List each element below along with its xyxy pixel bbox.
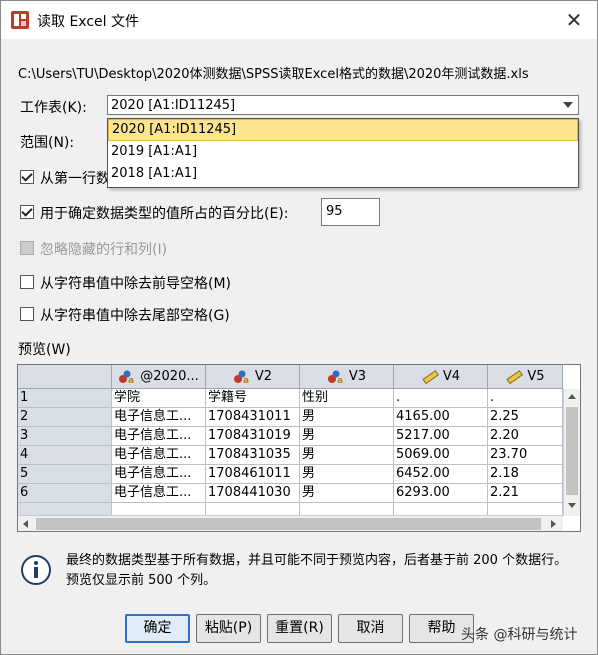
- grid-cell[interactable]: 学籍号: [206, 389, 300, 408]
- worksheet-select[interactable]: 2020 [A1:ID11245]: [107, 95, 579, 115]
- row-header[interactable]: 2: [18, 408, 112, 427]
- grid-cell[interactable]: 学院: [112, 389, 206, 408]
- ok-button[interactable]: 确定: [125, 614, 190, 643]
- scroll-left-icon[interactable]: [23, 520, 28, 528]
- grid-cell[interactable]: .: [488, 389, 563, 408]
- grid-corner: [18, 365, 112, 389]
- grid-cell[interactable]: 1708441030: [206, 484, 300, 503]
- first-row-checkbox[interactable]: [20, 170, 34, 184]
- window-title: 读取 Excel 文件: [37, 14, 139, 30]
- worksheet-option-2020[interactable]: 2020 [A1:ID11245]: [108, 119, 578, 141]
- grid-cell[interactable]: 2.20: [488, 427, 563, 446]
- worksheet-option-2018[interactable]: 2018 [A1:A1]: [108, 163, 578, 185]
- grid-cell[interactable]: 男: [300, 446, 394, 465]
- grid-cell[interactable]: 性别: [300, 389, 394, 408]
- row-header[interactable]: 1: [18, 389, 112, 408]
- row-header[interactable]: 3: [18, 427, 112, 446]
- ruler-scale-icon: [422, 369, 439, 384]
- vertical-scroll-thumb[interactable]: [566, 407, 578, 495]
- grid-cell[interactable]: .: [394, 389, 488, 408]
- grid-cell[interactable]: 电子信息工...: [112, 408, 206, 427]
- grid-cell[interactable]: 男: [300, 484, 394, 503]
- chevron-down-icon[interactable]: [563, 102, 573, 108]
- scroll-right-icon[interactable]: [551, 520, 556, 528]
- trim-trailing-checkbox[interactable]: [20, 307, 34, 321]
- info-message: 最终的数据类型基于所有数据，并且可能不同于预览内容，后者基于前 200 个数据行…: [66, 553, 568, 588]
- paste-button[interactable]: 粘贴(P): [196, 614, 261, 643]
- title-bar: 读取 Excel 文件 ✕: [1, 1, 597, 39]
- first-row-label: 从第一行数: [40, 171, 110, 187]
- grid-cell[interactable]: 2.25: [488, 408, 563, 427]
- worksheet-label: 工作表(K):: [20, 100, 87, 116]
- svg-text:a: a: [337, 376, 343, 384]
- column-header[interactable]: V5: [488, 365, 563, 389]
- grid-cell[interactable]: 1708431011: [206, 408, 300, 427]
- spss-app-icon: [11, 11, 29, 29]
- grid-cell[interactable]: 1708461011: [206, 465, 300, 484]
- nominal-string-icon: a: [327, 370, 343, 384]
- nominal-string-icon: a: [119, 370, 134, 384]
- excel-import-dialog: 读取 Excel 文件 ✕ C:\Users\TU\Desktop\2020体测…: [0, 0, 598, 655]
- preview-label: 预览(W): [18, 342, 71, 358]
- grid-cell[interactable]: 电子信息工...: [112, 484, 206, 503]
- worksheet-option-2019[interactable]: 2019 [A1:A1]: [108, 141, 578, 163]
- row-header[interactable]: 4: [18, 446, 112, 465]
- row-header[interactable]: 6: [18, 484, 112, 503]
- grid-cell[interactable]: 6452.00: [394, 465, 488, 484]
- grid-cell[interactable]: 4165.00: [394, 408, 488, 427]
- trim-leading-checkbox[interactable]: [20, 275, 34, 289]
- grid-cell[interactable]: 1708431019: [206, 427, 300, 446]
- svg-text:a: a: [243, 376, 249, 384]
- preview-grid[interactable]: a @2020... a V2 a V3 V4 V5 1 学院 学籍号 性别.. 2 电子: [17, 364, 581, 532]
- range-label: 范围(N):: [20, 135, 75, 151]
- grid-cell[interactable]: 男: [300, 408, 394, 427]
- ignore-hidden-label: 忽略隐藏的行和列(I): [40, 242, 168, 258]
- percent-input[interactable]: 95: [321, 198, 380, 226]
- close-icon[interactable]: ✕: [551, 1, 597, 39]
- column-header[interactable]: a V2: [206, 365, 300, 389]
- column-header[interactable]: a @2020...: [112, 365, 206, 389]
- vertical-scrollbar[interactable]: [563, 389, 580, 516]
- grid-cell[interactable]: 2.21: [488, 484, 563, 503]
- info-icon: [21, 555, 51, 585]
- ignore-hidden-checkbox[interactable]: [20, 241, 34, 255]
- trim-leading-label: 从字符串值中除去前导空格(M): [40, 276, 232, 292]
- scroll-down-icon[interactable]: [568, 503, 576, 508]
- grid-cell[interactable]: 6293.00: [394, 484, 488, 503]
- reset-button[interactable]: 重置(R): [267, 614, 332, 643]
- grid-cell[interactable]: 1708431035: [206, 446, 300, 465]
- grid-cell[interactable]: 电子信息工...: [112, 446, 206, 465]
- row-header[interactable]: 5: [18, 465, 112, 484]
- grid-cell[interactable]: 电子信息工...: [112, 465, 206, 484]
- percent-label: 用于确定数据类型的值所占的百分比(E):: [40, 206, 289, 222]
- ruler-scale-icon: [506, 369, 524, 384]
- percent-checkbox[interactable]: [20, 205, 34, 219]
- column-header[interactable]: V4: [394, 365, 488, 389]
- horizontal-scroll-thumb[interactable]: [36, 518, 541, 530]
- grid-cell[interactable]: 电子信息工...: [112, 427, 206, 446]
- grid-cell[interactable]: 2.18: [488, 465, 563, 484]
- file-path: C:\Users\TU\Desktop\2020体测数据\SPSS读取Excel…: [18, 67, 529, 82]
- worksheet-selected-value: 2020 [A1:ID11245]: [111, 98, 236, 113]
- nominal-string-icon: a: [233, 370, 249, 384]
- scroll-up-icon[interactable]: [568, 394, 576, 399]
- horizontal-scrollbar[interactable]: [18, 515, 563, 531]
- grid-cell[interactable]: 5217.00: [394, 427, 488, 446]
- grid-cell[interactable]: 男: [300, 465, 394, 484]
- trim-trailing-label: 从字符串值中除去尾部空格(G): [40, 308, 230, 324]
- worksheet-dropdown: 2020 [A1:ID11245] 2019 [A1:A1] 2018 [A1:…: [107, 118, 579, 188]
- watermark-text: 头条 @科研与统计: [461, 627, 578, 643]
- svg-text:a: a: [128, 376, 134, 384]
- column-header[interactable]: a V3: [300, 365, 394, 389]
- grid-cell[interactable]: 5069.00: [394, 446, 488, 465]
- grid-cell[interactable]: 23.70: [488, 446, 563, 465]
- grid-cell[interactable]: 男: [300, 427, 394, 446]
- cancel-button[interactable]: 取消: [338, 614, 403, 643]
